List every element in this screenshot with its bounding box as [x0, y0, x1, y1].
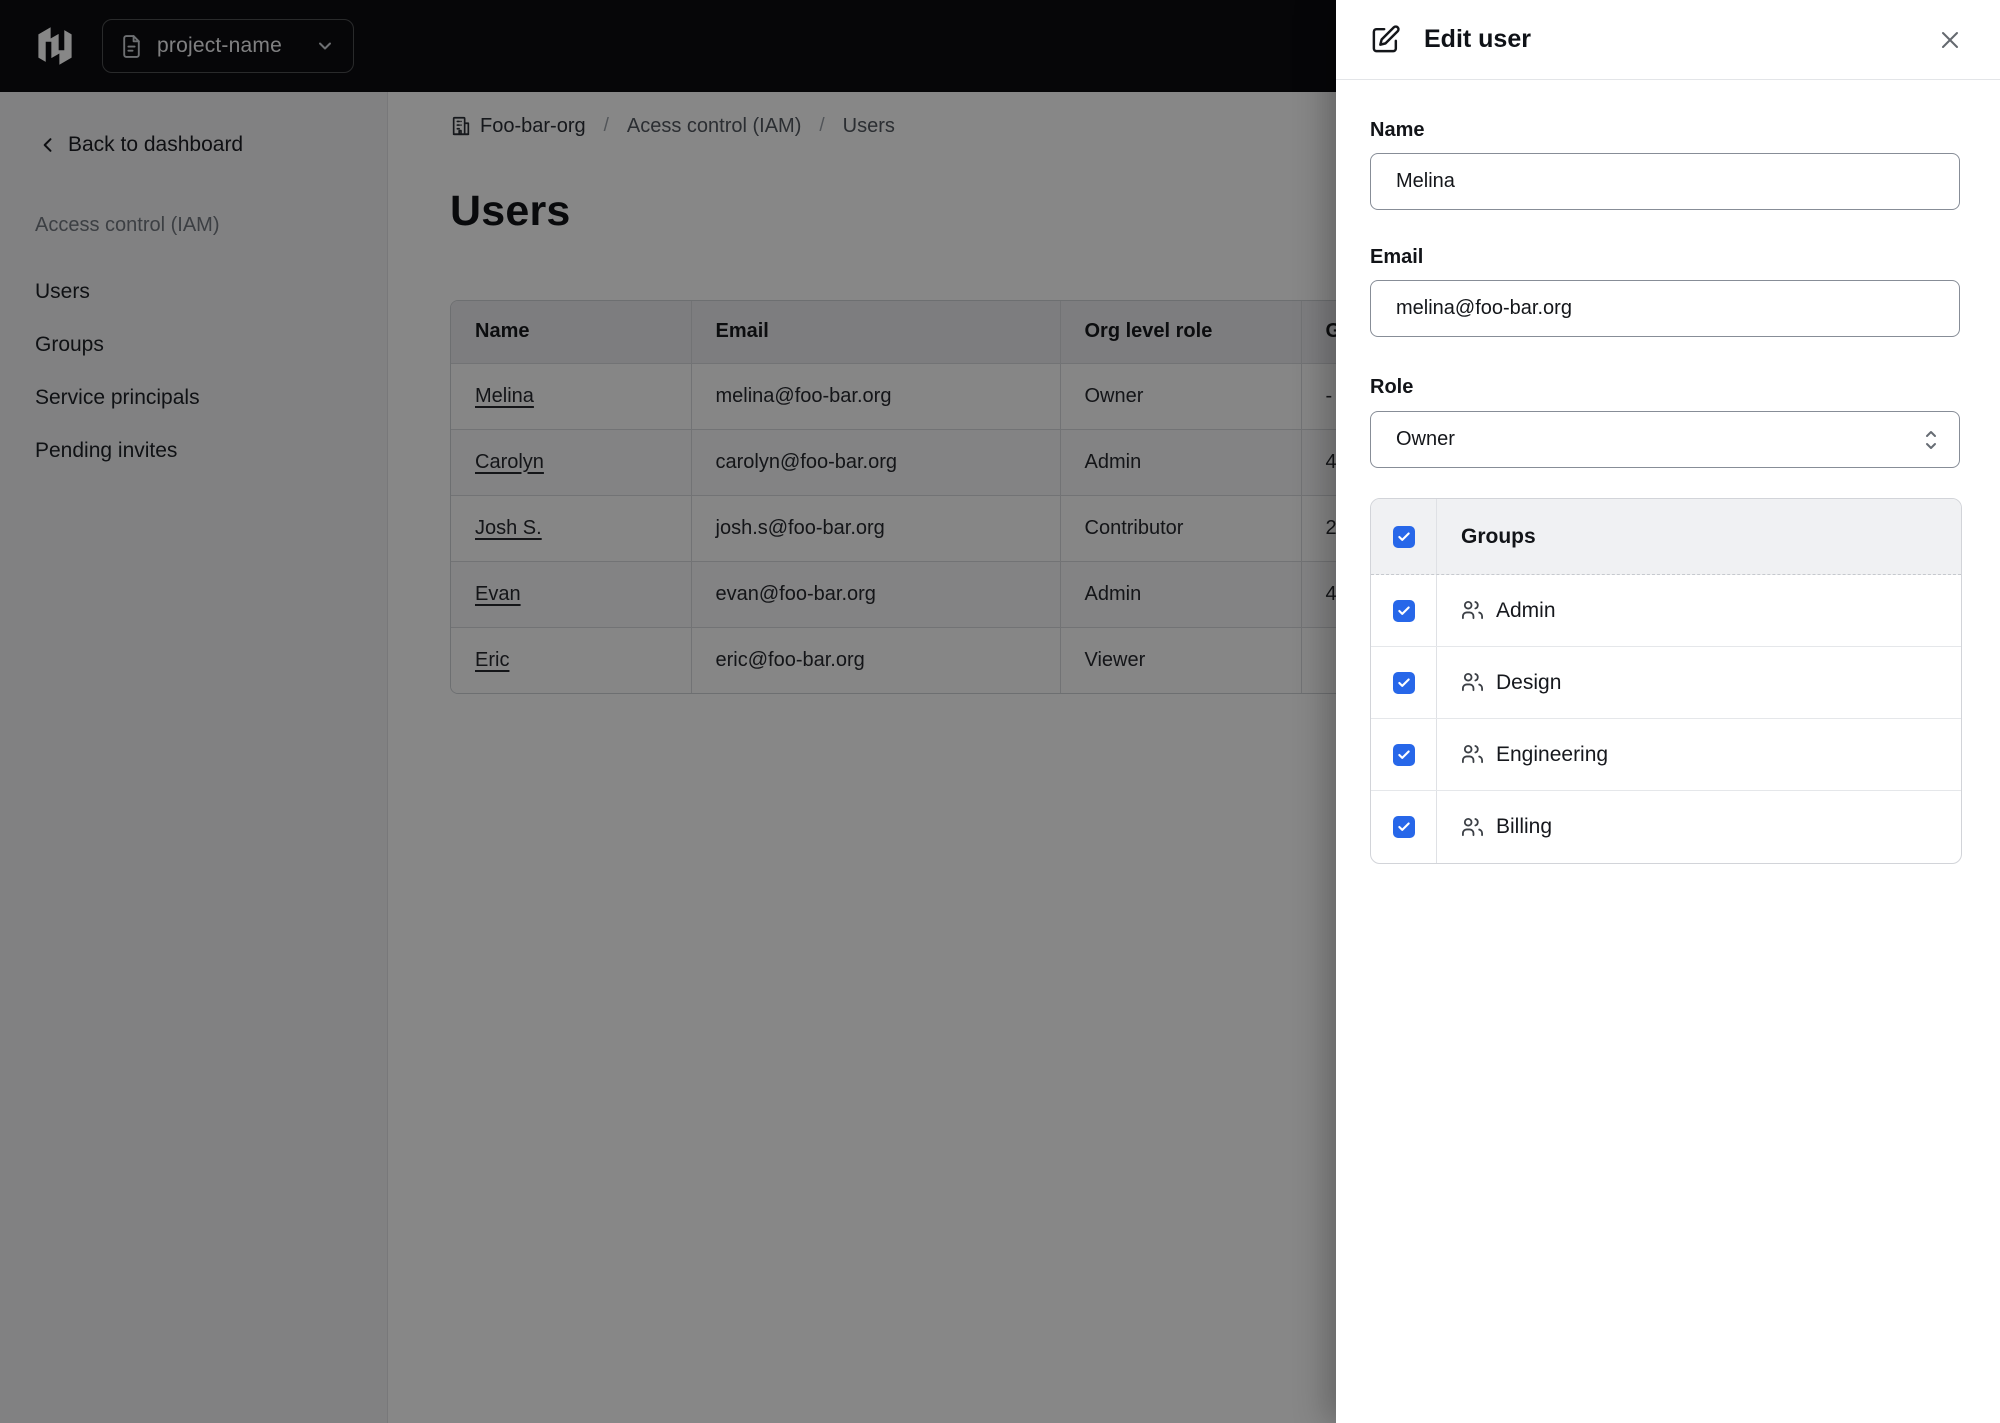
group-checkbox-cell — [1371, 647, 1437, 718]
group-name: Engineering — [1496, 742, 1609, 766]
checkmark-icon — [1397, 605, 1410, 615]
users-group-icon — [1461, 671, 1484, 694]
groups-header-label: Groups — [1461, 524, 1536, 548]
checkmark-icon — [1397, 677, 1410, 687]
group-label-wrap: Billing — [1461, 815, 1552, 839]
group-name: Design — [1496, 670, 1562, 694]
close-icon — [1942, 31, 1958, 48]
group-row-billing: Billing — [1371, 791, 1961, 863]
users-group-icon — [1461, 743, 1484, 766]
edit-user-drawer: Edit user Name Email Role Owner — [1336, 0, 2000, 1423]
email-field-label: Email — [1370, 246, 1424, 268]
role-field-label: Role — [1370, 376, 1414, 398]
users-group-icon — [1461, 816, 1484, 839]
select-all-cell — [1371, 499, 1437, 574]
groups-panel-header: Groups — [1371, 499, 1961, 575]
drawer-header: Edit user — [1336, 0, 2000, 80]
group-label-wrap: Engineering — [1461, 743, 1608, 767]
role-select-value: Owner — [1396, 428, 1455, 450]
role-select[interactable]: Owner — [1370, 411, 1960, 468]
email-input[interactable] — [1370, 280, 1960, 337]
groups-panel: Groups Admin Design Engineering Billing — [1370, 498, 1962, 864]
group-row-engineering: Engineering — [1371, 719, 1961, 791]
users-group-icon — [1461, 599, 1484, 622]
group-checkbox[interactable] — [1392, 671, 1415, 694]
group-checkbox[interactable] — [1392, 816, 1415, 838]
checkmark-icon — [1397, 822, 1410, 831]
checkmark-icon — [1397, 749, 1410, 759]
group-label-wrap: Admin — [1461, 599, 1556, 623]
close-drawer-button[interactable] — [1936, 26, 1964, 54]
select-updown-icon — [1921, 427, 1941, 453]
name-input[interactable] — [1370, 153, 1960, 210]
group-row-design: Design — [1371, 647, 1961, 719]
group-checkbox-cell — [1371, 575, 1437, 646]
select-all-groups-checkbox[interactable] — [1392, 525, 1415, 548]
name-field-label: Name — [1370, 119, 1425, 141]
group-checkbox[interactable] — [1392, 599, 1415, 622]
group-name: Billing — [1496, 815, 1553, 838]
group-checkbox-cell — [1371, 791, 1437, 863]
edit-pencil-icon — [1370, 24, 1401, 55]
drawer-title: Edit user — [1424, 25, 1531, 53]
group-label-wrap: Design — [1461, 671, 1561, 695]
group-checkbox-cell — [1371, 719, 1437, 790]
group-name: Admin — [1496, 598, 1556, 622]
group-row-admin: Admin — [1371, 575, 1961, 647]
checkmark-icon — [1397, 531, 1410, 541]
group-checkbox[interactable] — [1392, 743, 1415, 766]
drawer-body: Name Email Role Owner — [1336, 80, 2000, 864]
